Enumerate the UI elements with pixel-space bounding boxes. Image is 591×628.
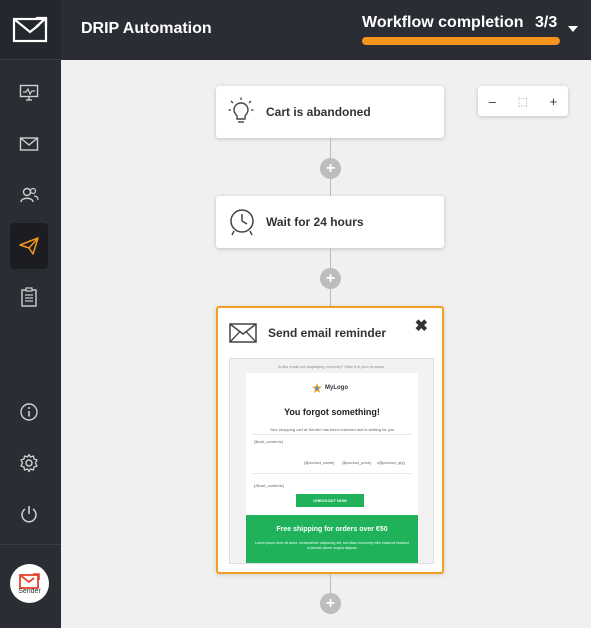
preview-checkout-button: CHECKOUT NOW <box>296 494 364 507</box>
info-icon <box>20 403 38 421</box>
mail-icon <box>19 137 39 151</box>
preview-product-qty: x{$product_qty} <box>377 460 405 465</box>
preview-card: MyLogo You forgot something! Your shoppi… <box>246 373 418 563</box>
clock-icon <box>230 209 254 236</box>
preview-logo-text: MyLogo <box>325 385 348 391</box>
preview-product-name: {$product_name} <box>304 460 335 465</box>
sidebar-item-campaigns[interactable] <box>10 121 48 167</box>
users-icon <box>20 187 39 203</box>
sidebar-item-settings[interactable] <box>10 440 48 486</box>
zoom-controls: – ⬚ + <box>478 86 568 116</box>
trigger-node[interactable]: Cart is abandoned <box>216 86 444 138</box>
preview-subtext: Your shopping cart at Sender has been re… <box>269 427 395 432</box>
preview-banner-title: Free shipping for orders over €50 <box>276 526 388 533</box>
add-step-button[interactable]: + <box>320 593 341 614</box>
sidebar-item-subscribers[interactable] <box>10 172 48 218</box>
workflow-progress-bar <box>362 37 560 45</box>
lightbulb-icon <box>228 97 254 123</box>
node-label: Send email reminder <box>268 326 387 340</box>
preview-cart-open: {$cart_contents} <box>254 439 283 444</box>
workflow-completion-label: Workflow completion <box>362 14 524 31</box>
close-icon[interactable]: ✖ <box>415 316 428 336</box>
workflow-completion-count: 3/3 <box>535 14 558 31</box>
add-step-button[interactable]: + <box>320 268 341 289</box>
sender-brand-badge[interactable]: Sender <box>10 564 49 603</box>
power-icon <box>21 506 37 523</box>
sidebar-item-dashboard[interactable] <box>10 70 48 116</box>
star-logo-icon <box>312 383 322 393</box>
gear-icon <box>20 453 38 473</box>
email-preview[interactable]: Is this email not displaying correctly? … <box>229 358 434 564</box>
node-label: Wait for 24 hours <box>266 215 364 229</box>
logo-mail-icon <box>12 16 47 42</box>
preview-cart-close: {/$cart_contents} <box>254 483 285 488</box>
sidebar-item-forms[interactable] <box>10 274 48 320</box>
chevron-down-icon[interactable] <box>568 26 578 32</box>
top-header: DRIP Automation Workflow completion 3/3 <box>61 0 591 60</box>
preview-top-note: Is this email not displaying correctly? … <box>277 364 386 369</box>
page-title: DRIP Automation <box>81 20 212 37</box>
zoom-out-button[interactable]: – <box>489 94 496 109</box>
workflow-progress-fill <box>362 37 560 45</box>
add-step-button[interactable]: + <box>320 158 341 179</box>
sidebar-item-logout[interactable] <box>10 491 48 537</box>
preview-banner-text: Lorem ipsum dolor sit amet, consectetuer… <box>254 541 410 550</box>
sidebar-item-info[interactable] <box>10 389 48 435</box>
wait-node[interactable]: Wait for 24 hours <box>216 196 444 248</box>
zoom-in-button[interactable]: + <box>550 94 558 109</box>
paper-plane-icon <box>19 237 39 255</box>
preview-heading: You forgot something! <box>284 407 380 417</box>
node-label: Cart is abandoned <box>266 105 371 119</box>
monitor-icon <box>19 84 39 101</box>
workflow-canvas[interactable]: – ⬚ + Cart is abandoned + Wait for 24 ho… <box>61 60 591 628</box>
email-node[interactable]: Send email reminder ✖ Is this email not … <box>216 306 444 574</box>
sidebar: Sender <box>0 0 61 628</box>
fit-view-button[interactable]: ⬚ <box>518 95 528 108</box>
preview-shipping-banner: Free shipping for orders over €50 Lorem … <box>246 515 418 563</box>
sidebar-item-automation[interactable] <box>10 223 48 269</box>
sender-brand-label: Sender <box>18 587 41 595</box>
preview-product-price: {$product_price} <box>342 460 372 465</box>
envelope-icon <box>229 323 257 343</box>
clipboard-icon <box>21 287 37 307</box>
preview-logo: MyLogo <box>312 383 348 393</box>
app-logo[interactable] <box>0 0 61 60</box>
